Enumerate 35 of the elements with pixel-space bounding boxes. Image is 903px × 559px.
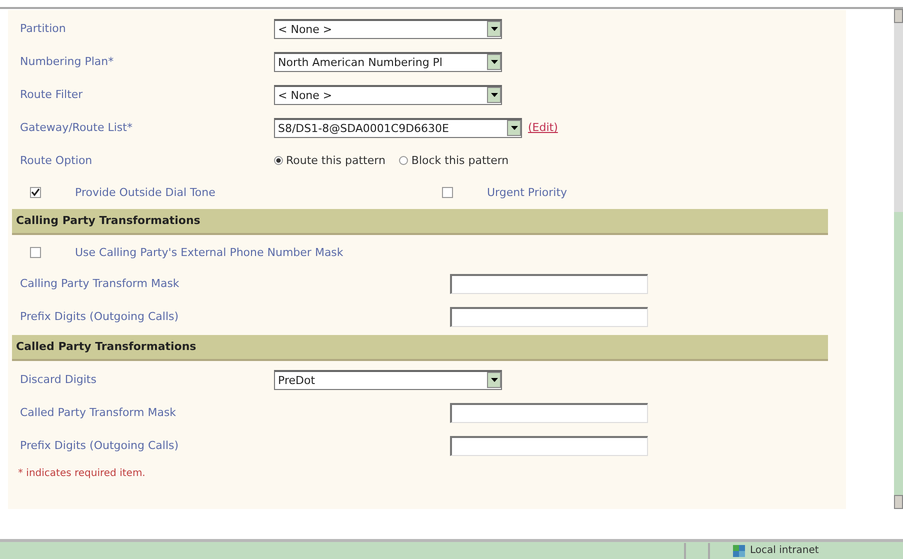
checkbox-label: Provide Outside Dial Tone bbox=[75, 186, 216, 198]
radio-label: Route this pattern bbox=[286, 154, 386, 167]
radio-button[interactable] bbox=[399, 156, 408, 165]
dropdown[interactable]: North American Numbering Pl bbox=[274, 52, 502, 72]
input-field[interactable] bbox=[450, 436, 648, 456]
checkbox-label: Urgent Priority bbox=[487, 186, 568, 198]
section-header: Called Party Transformations bbox=[12, 335, 828, 361]
checkbox[interactable] bbox=[30, 186, 41, 198]
dropdown[interactable]: < None > bbox=[274, 18, 502, 38]
radio-button[interactable] bbox=[274, 156, 283, 165]
input-field[interactable] bbox=[450, 274, 648, 294]
checkbox[interactable] bbox=[442, 186, 453, 198]
field-label: Partition bbox=[20, 22, 67, 35]
edit-link[interactable]: (Edit) bbox=[528, 121, 558, 134]
field-label: Calling Party Transform Mask bbox=[20, 277, 180, 290]
checkbox[interactable] bbox=[30, 246, 41, 258]
dropdown[interactable]: < None > bbox=[274, 84, 502, 104]
input-field[interactable] bbox=[450, 306, 648, 326]
checkbox-label: Use Calling Party's External Phone Number Mask bbox=[75, 246, 344, 258]
dropdown[interactable]: S8/DS1-8@SDA0001C9D6630E bbox=[274, 118, 522, 138]
required-note: * indicates required item. bbox=[17, 468, 146, 479]
field-label: Route Option bbox=[20, 154, 94, 167]
zone-label: Local intranet bbox=[750, 545, 819, 556]
radio-label: Block this pattern bbox=[411, 154, 509, 167]
field-label: Prefix Digits (Outgoing Calls) bbox=[20, 310, 180, 323]
field-label: Route Filter bbox=[20, 88, 84, 101]
section-header: Calling Party Transformations bbox=[12, 209, 828, 235]
scrollbar[interactable] bbox=[894, 9, 903, 509]
dropdown[interactable]: PreDot bbox=[274, 370, 502, 390]
field-label: Gateway/Route List* bbox=[20, 121, 134, 134]
field-label: Called Party Transform Mask bbox=[20, 406, 178, 419]
field-label: Discard Digits bbox=[20, 373, 98, 386]
field-label: Prefix Digits (Outgoing Calls) bbox=[20, 439, 180, 452]
field-label: Numbering Plan* bbox=[20, 55, 115, 68]
input-field[interactable] bbox=[450, 402, 648, 422]
